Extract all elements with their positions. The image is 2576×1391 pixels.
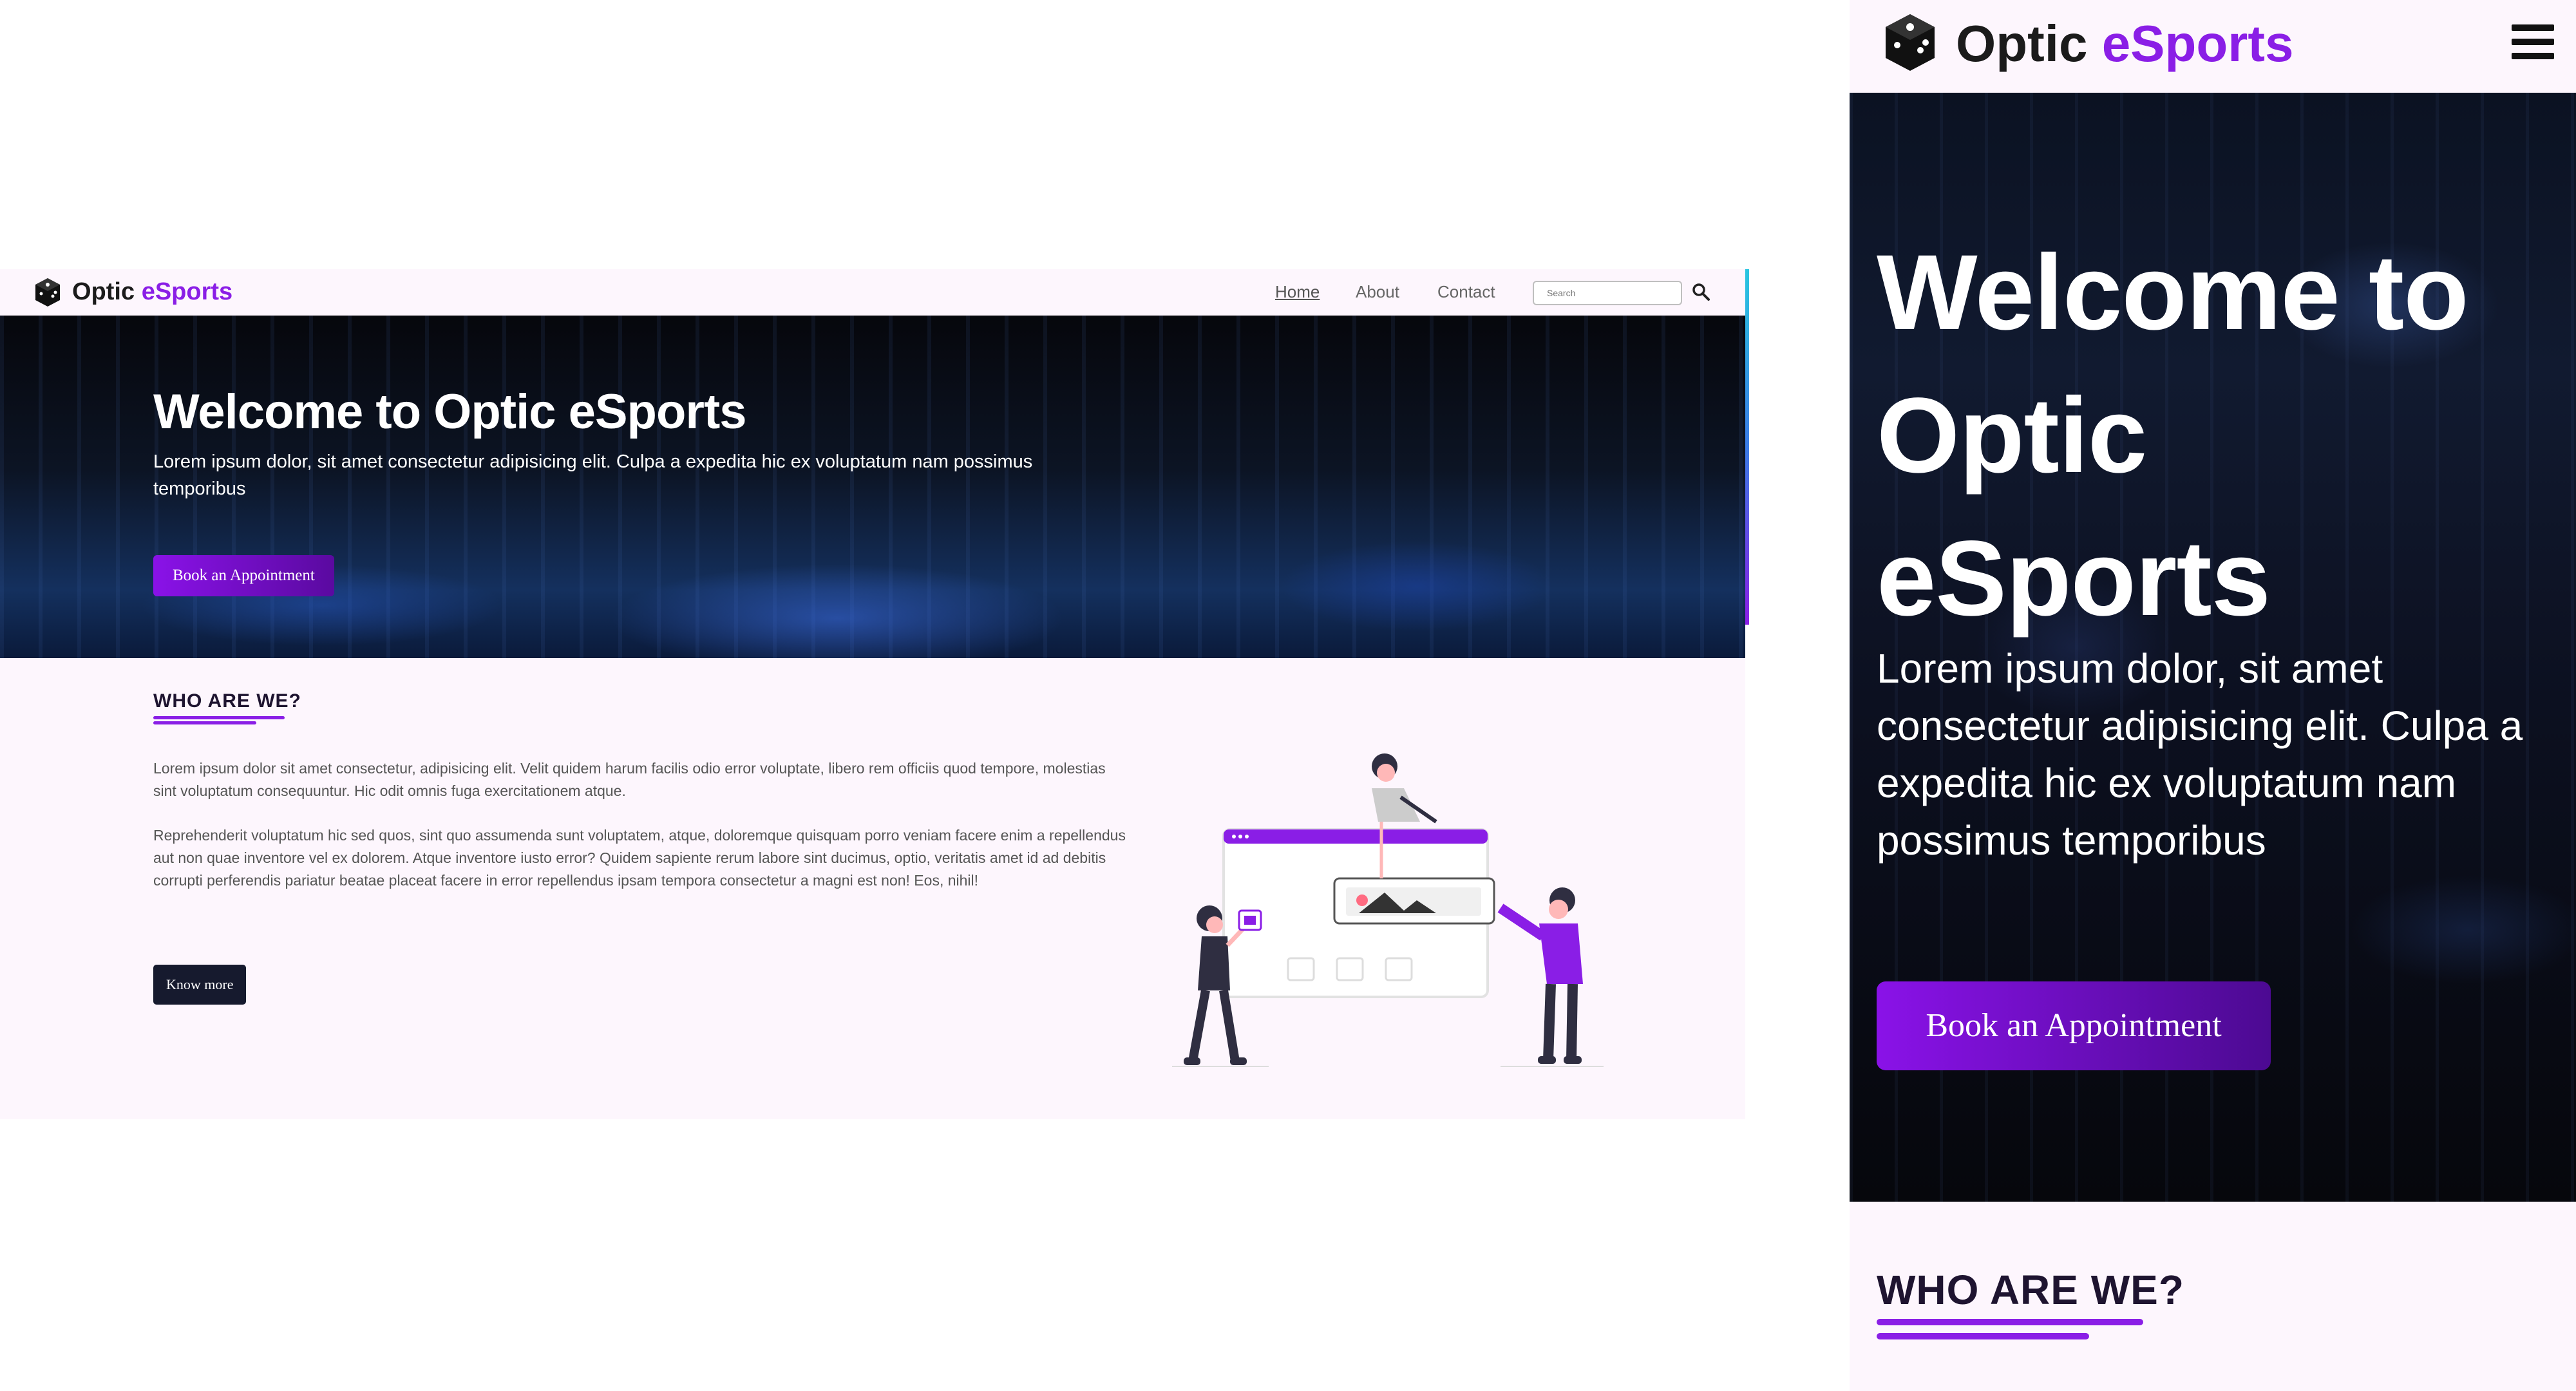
book-appointment-button[interactable]: Book an Appointment [153, 555, 334, 596]
desktop-view: Optic eSports Home About Contact Welcome… [0, 269, 1749, 1119]
heading-underline [153, 721, 256, 724]
hero-section: Welcome to Optic eSports Lorem ipsum dol… [0, 316, 1745, 658]
brand-logo[interactable]: Optic eSports [72, 278, 232, 306]
about-paragraph-2: Reprehenderit voluptatum hic sed quos, s… [153, 827, 1126, 889]
mobile-hero-section: Welcome to Optic eSports Lorem ipsum dol… [1850, 93, 2576, 1202]
mobile-hero-title: Welcome to Optic eSports [1877, 233, 2469, 638]
brand-name-prefix: Optic [1956, 15, 2088, 72]
heading-underline [1877, 1333, 2089, 1339]
mobile-about-heading: WHO ARE WE? [1877, 1267, 2184, 1313]
brand-name-prefix: Optic [72, 278, 135, 305]
team-illustration [1172, 753, 1604, 1067]
dice-icon [35, 278, 60, 307]
navbar: Optic eSports Home About Contact [0, 269, 1745, 316]
brand-logo[interactable]: Optic eSports [1956, 14, 2294, 73]
search-icon[interactable] [1691, 282, 1710, 301]
mobile-book-appointment-button[interactable]: Book an Appointment [1877, 981, 2271, 1070]
mobile-view: Optic eSports Welcome to Optic eSports L… [1850, 0, 2576, 1391]
know-more-button[interactable]: Know more [153, 965, 247, 1005]
heading-underline [153, 716, 285, 719]
mobile-hero-subtitle: Lorem ipsum dolor, sit amet consectetur … [1877, 645, 2523, 864]
brand-name-accent: eSports [141, 278, 233, 305]
nav-link-contact[interactable]: Contact [1437, 282, 1495, 302]
scrollbar[interactable] [1745, 269, 1749, 625]
about-paragraph-1: Lorem ipsum dolor sit amet consectetur, … [153, 760, 1106, 799]
mobile-navbar: Optic eSports [1850, 0, 2576, 93]
hero-title: Welcome to Optic eSports [153, 384, 747, 439]
heading-underline [1877, 1319, 2143, 1325]
hero-subtitle: Lorem ipsum dolor, sit amet consectetur … [153, 451, 1033, 499]
search-input[interactable] [1533, 281, 1682, 305]
hamburger-menu-icon[interactable] [2512, 24, 2554, 62]
nav-link-about[interactable]: About [1356, 282, 1399, 302]
nav-link-home[interactable]: Home [1275, 282, 1320, 302]
dice-icon [1886, 14, 1935, 71]
brand-name-accent: eSports [2101, 15, 2294, 72]
about-heading: WHO ARE WE? [153, 690, 301, 712]
